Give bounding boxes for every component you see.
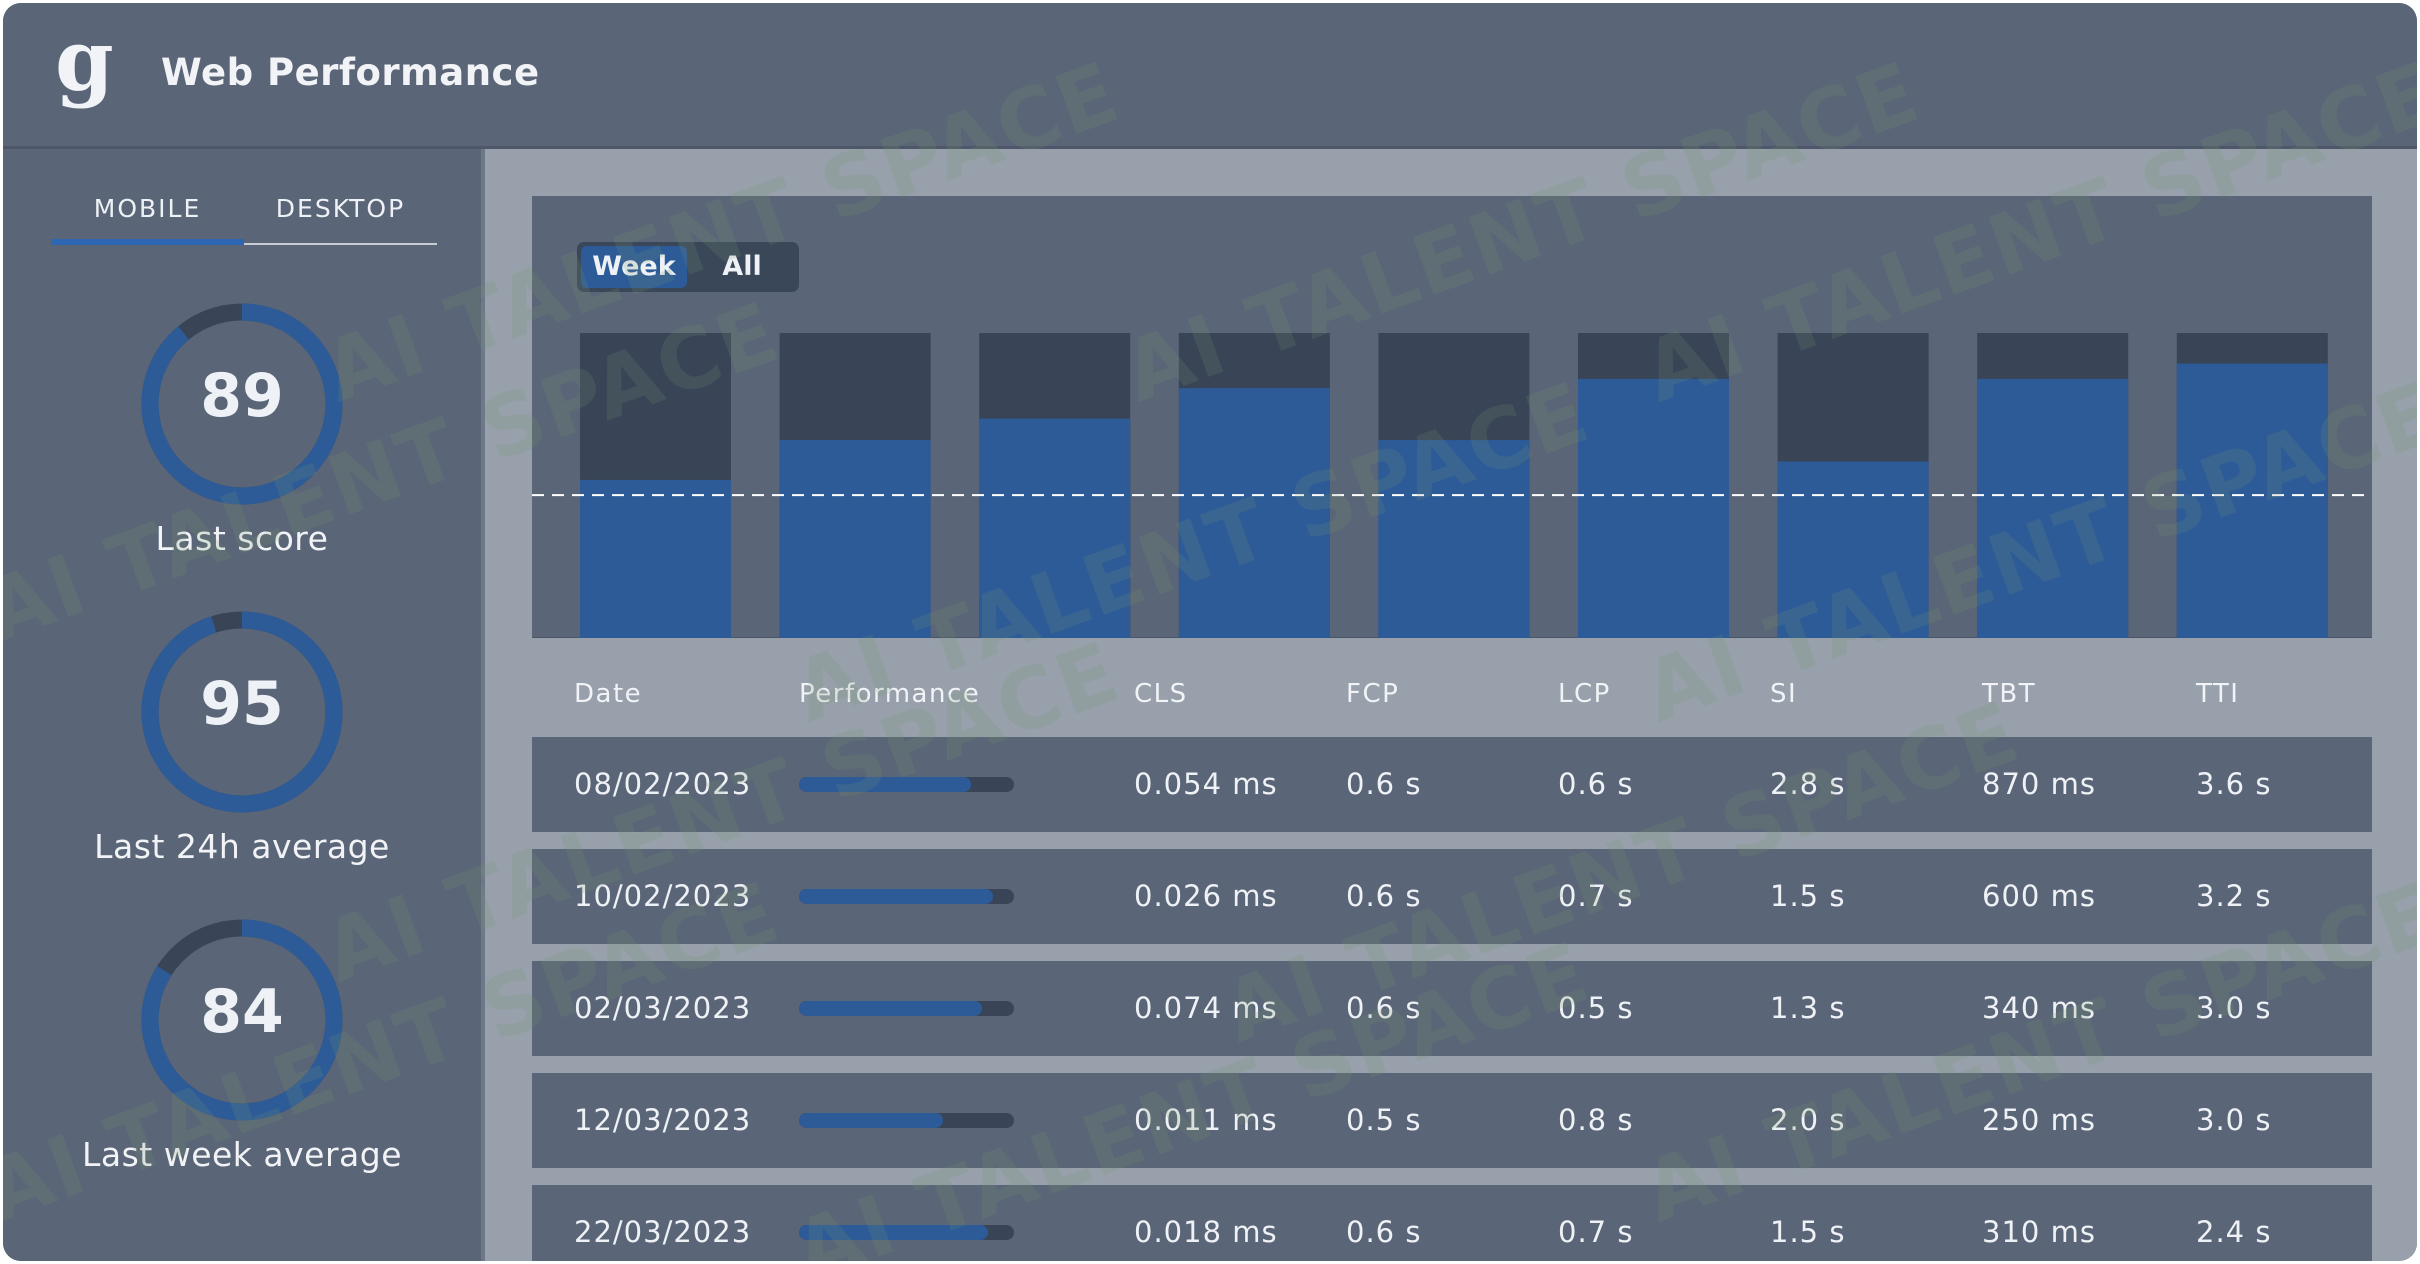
cell-fcp: 0.6 s xyxy=(1346,991,1422,1025)
cell-tti: 3.6 s xyxy=(2196,767,2272,801)
score-gauge: 95 Last 24h average xyxy=(3,607,481,866)
range-all-button[interactable]: All xyxy=(689,246,795,288)
gauge-value: 89 xyxy=(200,361,284,431)
column-lcp: LCP xyxy=(1558,679,1611,709)
chart-bar[interactable] xyxy=(1777,461,1929,638)
cell-lcp: 0.7 s xyxy=(1558,1215,1634,1249)
performance-bar-fill xyxy=(799,1225,989,1240)
column-tti: TTI xyxy=(2196,679,2240,709)
cell-lcp: 0.6 s xyxy=(1558,767,1634,801)
cell-lcp: 0.8 s xyxy=(1558,1103,1634,1137)
cell-si: 1.3 s xyxy=(1770,991,1846,1025)
table-row[interactable]: 08/02/2023 0.054 ms 0.6 s 0.6 s 2.8 s 870 ms 3… xyxy=(532,737,2372,832)
chart-bar[interactable] xyxy=(979,418,1131,638)
performance-bar-fill xyxy=(799,889,993,904)
tab-desktop[interactable]: DESKTOP xyxy=(244,189,437,243)
cell-date: 22/03/2023 xyxy=(574,1215,752,1249)
tab-mobile[interactable]: MOBILE xyxy=(51,189,244,245)
cell-date: 10/02/2023 xyxy=(574,879,752,913)
range-week-button[interactable]: Week xyxy=(581,246,687,288)
column-date: Date xyxy=(574,679,643,709)
performance-bar-fill xyxy=(799,1113,944,1128)
gauge-label: Last 24h average xyxy=(94,827,390,866)
sidebar: MOBILE DESKTOP 89 Last score 95 Last 24h av… xyxy=(3,149,485,1261)
chart-bar[interactable] xyxy=(1578,378,1729,638)
cell-date: 08/02/2023 xyxy=(574,767,752,801)
performance-bar xyxy=(799,1113,1014,1128)
gauge-value: 84 xyxy=(200,977,284,1047)
performance-bar-fill xyxy=(799,777,971,792)
gauge-value: 95 xyxy=(200,669,284,739)
column-fcp: FCP xyxy=(1346,679,1400,709)
column-performance: Performance xyxy=(799,679,981,709)
cell-si: 2.0 s xyxy=(1770,1103,1846,1137)
table-header: Date Performance CLS FCP LCP SI TBT TTI xyxy=(532,669,2372,729)
cell-tbt: 310 ms xyxy=(1982,1215,2096,1249)
cell-date: 02/03/2023 xyxy=(574,991,752,1025)
cell-si: 1.5 s xyxy=(1770,879,1846,913)
cell-cls: 0.026 ms xyxy=(1134,879,1278,913)
cell-tti: 3.0 s xyxy=(2196,1103,2272,1137)
chart-bar[interactable] xyxy=(2176,363,2328,638)
cell-tti: 3.0 s xyxy=(2196,991,2272,1025)
table-row[interactable]: 10/02/2023 0.026 ms 0.6 s 0.7 s 1.5 s 600 ms 3… xyxy=(532,849,2372,944)
table-row[interactable]: 02/03/2023 0.074 ms 0.6 s 0.5 s 1.3 s 340 ms 3… xyxy=(532,961,2372,1056)
gauge-label: Last score xyxy=(155,519,329,558)
cell-cls: 0.018 ms xyxy=(1134,1215,1278,1249)
performance-bar xyxy=(799,889,1014,904)
chart-bar[interactable] xyxy=(580,479,731,638)
chart-bar[interactable] xyxy=(1977,378,2129,638)
performance-bar xyxy=(799,1225,1014,1240)
cell-tti: 2.4 s xyxy=(2196,1215,2272,1249)
cell-si: 1.5 s xyxy=(1770,1215,1846,1249)
cell-cls: 0.054 ms xyxy=(1134,767,1278,801)
page-title: Web Performance xyxy=(161,51,540,94)
chart-card: Week All xyxy=(532,196,2372,638)
table-row[interactable]: 12/03/2023 0.011 ms 0.5 s 0.8 s 2.0 s 250 ms 3… xyxy=(532,1073,2372,1168)
performance-bar xyxy=(799,1001,1014,1016)
cell-lcp: 0.5 s xyxy=(1558,991,1634,1025)
performance-bar-chart xyxy=(532,333,2372,638)
performance-bar-fill xyxy=(799,1001,982,1016)
cell-fcp: 0.6 s xyxy=(1346,1215,1422,1249)
table-row[interactable]: 22/03/2023 0.018 ms 0.6 s 0.7 s 1.5 s 310 ms 2… xyxy=(532,1185,2372,1261)
score-gauge: 84 Last week average xyxy=(3,915,481,1174)
cell-cls: 0.074 ms xyxy=(1134,991,1278,1025)
cell-tti: 3.2 s xyxy=(2196,879,2272,913)
cell-fcp: 0.6 s xyxy=(1346,879,1422,913)
cell-lcp: 0.7 s xyxy=(1558,879,1634,913)
cell-tbt: 870 ms xyxy=(1982,767,2096,801)
chart-bar[interactable] xyxy=(1178,388,1330,638)
app-window: g Web Performance MOBILE DESKTOP 89 Last … xyxy=(3,3,2417,1261)
cell-fcp: 0.5 s xyxy=(1346,1103,1422,1137)
cell-tbt: 600 ms xyxy=(1982,879,2096,913)
cell-date: 12/03/2023 xyxy=(574,1103,752,1137)
gauge-label: Last week average xyxy=(81,1135,403,1174)
score-gauge: 89 Last score xyxy=(3,299,481,558)
column-cls: CLS xyxy=(1134,679,1188,709)
main-panel: Week All Date Performance CLS FCP LCP SI… xyxy=(485,149,2417,1261)
cell-si: 2.8 s xyxy=(1770,767,1846,801)
cell-fcp: 0.6 s xyxy=(1346,767,1422,801)
performance-bar xyxy=(799,777,1014,792)
column-tbt: TBT xyxy=(1982,679,2037,709)
cell-tbt: 250 ms xyxy=(1982,1103,2096,1137)
device-tabs: MOBILE DESKTOP xyxy=(51,189,437,245)
app-header: g Web Performance xyxy=(3,3,2417,149)
cell-tbt: 340 ms xyxy=(1982,991,2096,1025)
range-toggle: Week All xyxy=(577,242,799,292)
chart-bar[interactable] xyxy=(779,440,931,638)
chart-bar[interactable] xyxy=(1378,440,1530,638)
logo: g xyxy=(55,11,114,110)
cell-cls: 0.011 ms xyxy=(1134,1103,1278,1137)
column-si: SI xyxy=(1770,679,1798,709)
